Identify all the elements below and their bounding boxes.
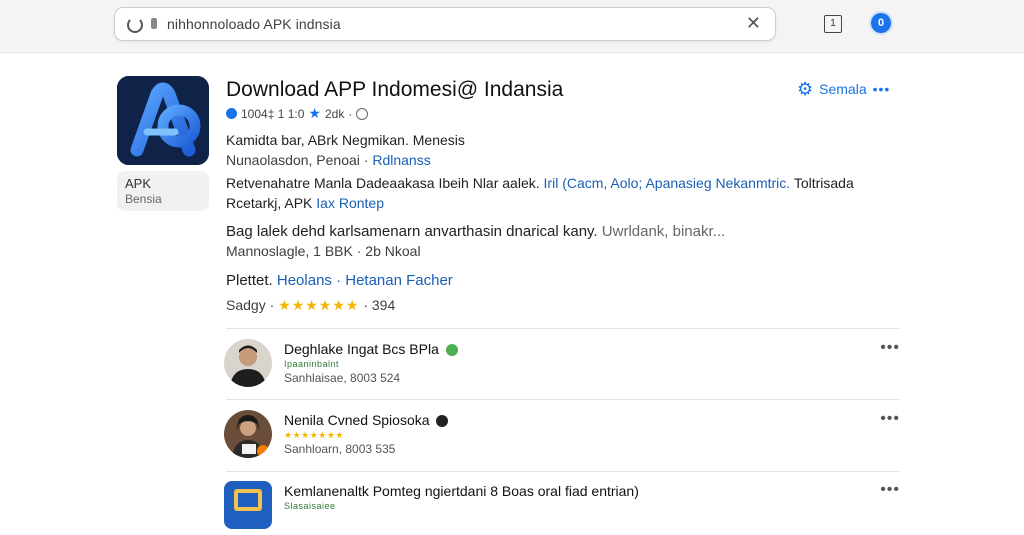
info-subline: Mannoslagle, 1 BBK · 2b Nkoal xyxy=(226,243,421,259)
app-subtitle: Kamidta bar, ABrk Negmikan. Menesis xyxy=(226,132,465,148)
badge-region: Bensia xyxy=(125,192,162,206)
info-more-text[interactable]: Uwrldank, binakr... xyxy=(602,223,725,240)
more-icon[interactable]: ••• xyxy=(873,81,891,97)
description-text: Retvenahatre Manla Dadeaakasa Ibeih Nlar… xyxy=(226,175,540,191)
item-title-text: Nenila Cvned Spiosoka xyxy=(284,412,430,428)
more-icon[interactable]: ••• xyxy=(880,339,900,357)
status-icon xyxy=(436,415,449,427)
item-tag: Ipaaninbalnt xyxy=(284,359,340,369)
lock-icon xyxy=(151,18,157,29)
description-text-2: Rcetarkj, APK xyxy=(226,195,313,211)
app-meta-row: 1004‡ 1 1:0 ★ 2dk · xyxy=(226,105,369,122)
meta-separator: · xyxy=(348,106,353,121)
globe-icon xyxy=(356,107,369,120)
platform-line: Plettet. Heolans · Hetanan Facher xyxy=(226,272,453,289)
platform-label: Plettet. xyxy=(226,272,273,289)
clear-icon[interactable]: ✕ xyxy=(746,13,761,34)
description-line-1: Retvenahatre Manla Dadeaakasa Ibeih Nlar… xyxy=(226,175,854,191)
description-line-2: Rcetarkj, APK Iax Rontep xyxy=(226,195,384,211)
description-suffix: Toltrisada xyxy=(793,175,854,191)
info-line: Bag lalek dehd karlsamenarn anvarthasin … xyxy=(226,223,725,240)
app-icon xyxy=(224,481,272,529)
badge-type: APK xyxy=(125,176,152,191)
rating-line: Sadgy · ★★★★★★ · 394 xyxy=(226,297,395,314)
more-icon[interactable]: ••• xyxy=(880,481,900,499)
item-title-text: Deghlake Ingat Bcs BPla xyxy=(284,341,439,357)
list-divider xyxy=(226,471,900,472)
reload-icon[interactable] xyxy=(127,17,143,33)
more-icon[interactable]: ••• xyxy=(880,410,900,428)
rating-stars: ★★★★★★ xyxy=(278,297,360,313)
description-link-2[interactable]: Iax Rontep xyxy=(316,195,384,211)
info-text: Bag lalek dehd karlsamenarn anvarthasin … xyxy=(226,223,598,240)
developer-link[interactable]: Rdlnanss xyxy=(372,152,430,168)
app-type-badge: APK Bensia xyxy=(117,171,209,211)
rating-count: · 394 xyxy=(363,297,396,313)
item-title: Kemlanenaltk Pomteg ngiertdani 8 Boas or… xyxy=(284,483,639,499)
item-tag: Slasaisaiee xyxy=(284,501,336,511)
app-developer-line: Nunaolasdon, Penoai · Rdlnanss xyxy=(226,152,431,168)
status-icon xyxy=(445,344,458,356)
star-icon: ★ xyxy=(308,105,321,121)
address-text[interactable]: nihhonnoloado APK indnsia xyxy=(167,16,341,32)
profile-icon[interactable]: 0 xyxy=(871,13,891,33)
share-button[interactable]: ⚙ Semala ••• xyxy=(797,80,890,98)
download-count: 1004‡ 1 1:0 xyxy=(241,106,305,121)
item-title: Nenila Cvned Spiosoka xyxy=(284,412,449,428)
rating-label: Sadgy · xyxy=(226,297,275,313)
list-item[interactable]: Nenila Cvned Spiosoka ★★★★★★★ Sanhloarn,… xyxy=(224,410,904,464)
developer-text: Nunaolasdon, Penoai · xyxy=(226,152,369,168)
browser-toolbar: nihhonnoloado APK indnsia ✕ 1 0 xyxy=(0,0,1024,53)
list-item[interactable]: Deghlake Ingat Bcs BPla Ipaaninbalnt San… xyxy=(224,339,904,393)
item-tag: ★★★★★★★ xyxy=(284,430,344,440)
list-divider xyxy=(226,399,900,400)
verified-icon xyxy=(226,108,237,119)
share-label: Semala xyxy=(819,81,867,97)
tabs-icon[interactable]: 1 xyxy=(824,15,842,33)
app-logo xyxy=(117,76,209,165)
platform-link[interactable]: Heolans · Hetanan Facher xyxy=(277,272,453,289)
item-meta: Sanhlaisae, 8003 524 xyxy=(284,371,401,385)
description-link[interactable]: Iril (Cacm, Aolo; Apanasieg Nekanmtric. xyxy=(544,175,791,191)
avatar xyxy=(224,410,272,458)
list-item[interactable]: Kemlanenaltk Pomteg ngiertdani 8 Boas or… xyxy=(224,481,904,535)
item-meta: Sanhloarn, 8003 535 xyxy=(284,442,396,456)
address-bar[interactable]: nihhonnoloado APK indnsia ✕ xyxy=(114,7,776,41)
avatar xyxy=(224,339,272,387)
section-divider xyxy=(226,328,900,329)
app-title: Download APP Indomesi@ Indansia xyxy=(226,78,564,101)
gear-icon: ⚙ xyxy=(797,79,814,99)
item-title: Deghlake Ingat Bcs BPla xyxy=(284,341,458,357)
rating-value: 2dk xyxy=(324,106,345,121)
